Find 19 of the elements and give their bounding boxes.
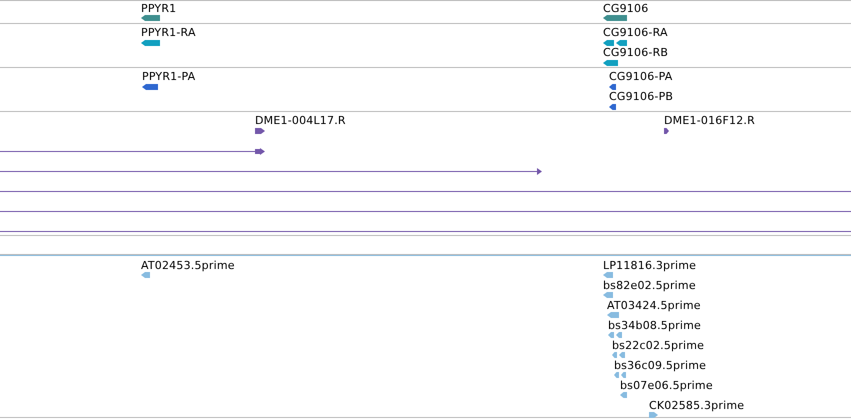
feature-label: bs22c02.5prime [612, 339, 704, 352]
feature-label: CG9106 [603, 2, 648, 15]
feature-label: bs07e06.5prime [620, 379, 713, 392]
feature-label: bs36c09.5prime [614, 359, 706, 372]
feature-label: CG9106-PB [609, 90, 674, 103]
feature-label: LP11816.3prime [603, 259, 696, 272]
feature-label: PPYR1-PA [142, 70, 196, 83]
feature-label: AT02453.5prime [141, 259, 235, 272]
feature-label: AT03424.5prime [607, 299, 701, 312]
feature-label: PPYR1 [141, 2, 176, 15]
feature-label: bs34b08.5prime [608, 319, 702, 332]
feature-label: DME1-004L17.R [255, 114, 346, 127]
feature-label: CK02585.3prime [649, 399, 744, 412]
feature-label: DME1-016F12.R [664, 114, 755, 127]
feature-label: CG9106-PA [609, 70, 672, 83]
feature-label: CG9106-RA [603, 26, 668, 39]
feature-label: PPYR1-RA [141, 26, 196, 39]
feature-label: bs82e02.5prime [603, 279, 696, 292]
feature-label: CG9106-RB [603, 46, 668, 59]
